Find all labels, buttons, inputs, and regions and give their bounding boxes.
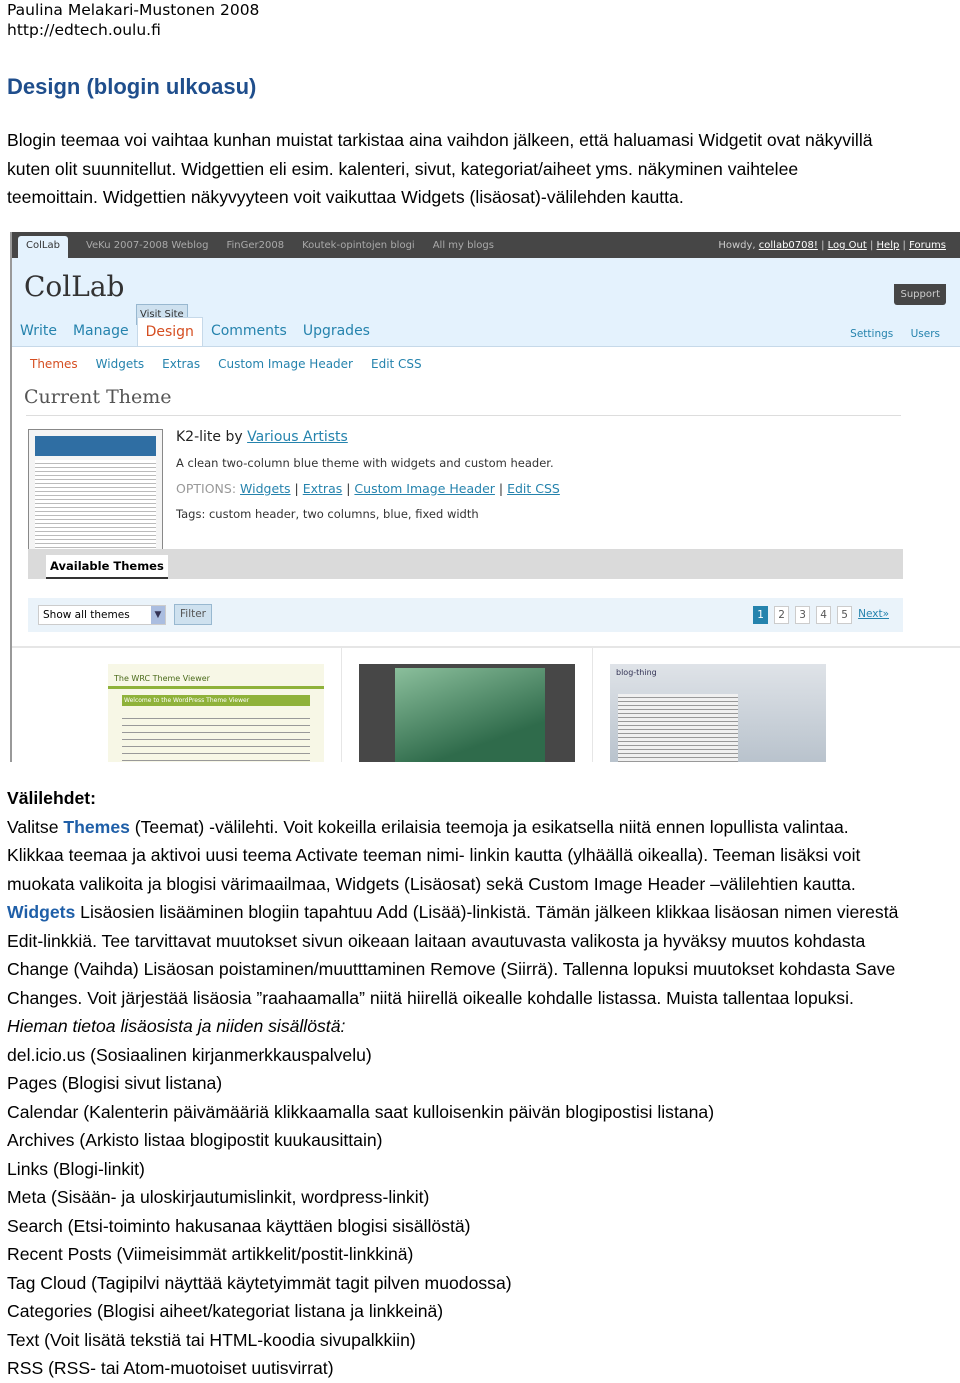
main-menu: Write Manage Design Comments Upgrades	[12, 317, 378, 346]
submenu-extras[interactable]: Extras	[162, 357, 200, 371]
widget-item: Archives (Arkisto listaa blogipostit kuu…	[7, 1130, 383, 1150]
widget-item: RSS (RSS- tai Atom-muotoiset uutisvirrat…	[7, 1358, 334, 1378]
body-line: Klikkaa teemaa ja aktivoi uusi teema Act…	[7, 845, 861, 865]
preview-title: blog-thing	[616, 668, 657, 677]
theme-preview[interactable]: blog-thing	[610, 664, 826, 762]
body-text: Välilehdet: Valitse Themes (Teemat) -väl…	[7, 784, 957, 1383]
divider	[592, 646, 593, 762]
theme-preview[interactable]	[359, 664, 575, 762]
blog-tab[interactable]: ColLab	[18, 236, 68, 258]
menu-design[interactable]: Design	[136, 317, 203, 346]
admin-header: Support ColLab Visit Site Write Manage D…	[12, 258, 960, 347]
submenu-edit-css[interactable]: Edit CSS	[371, 357, 422, 371]
widget-item: Tag Cloud (Tagipilvi näyttää käytetyimmä…	[7, 1272, 512, 1293]
menu-comments[interactable]: Comments	[203, 317, 295, 346]
body-line: Changes. Voit järjestää lisäosia ”raahaa…	[7, 987, 854, 1008]
theme-description: A clean two-column blue theme with widge…	[176, 456, 554, 470]
intro-line: kuten olit suunnitellut. Widgettien eli …	[7, 158, 799, 179]
themes-term: Themes	[63, 816, 130, 837]
theme-tags: Tags: custom header, two columns, blue, …	[176, 507, 479, 521]
menu-users[interactable]: Users	[911, 328, 940, 340]
body-line: Change (Vaihda) Lisäosan poistaminen/muu…	[7, 959, 896, 979]
widget-item: Meta (Sisään- ja uloskirjautumislinkit, …	[7, 1187, 430, 1207]
page-5[interactable]: 5	[837, 606, 853, 624]
user-link[interactable]: collab0708!	[759, 240, 818, 251]
option-extras[interactable]: Extras	[303, 481, 343, 496]
section-heading: Välilehdet:	[7, 788, 96, 808]
widget-item: Calendar (Kalenterin päivämääriä klikkaa…	[7, 1101, 715, 1122]
widget-item: Search (Etsi-toiminto hakusanaa käyttäen…	[7, 1215, 471, 1236]
widgets-term: Widgets	[7, 902, 76, 922]
chevron-down-icon: ▼	[151, 606, 165, 624]
next-page-link[interactable]: Next»	[858, 606, 889, 624]
widget-item: del.icio.us (Sosiaalinen kirjanmerkkausp…	[7, 1044, 372, 1065]
preview-title: The WRC Theme Viewer	[114, 674, 210, 683]
blog-tab[interactable]: Koutek-opintojen blogi	[302, 240, 415, 251]
menu-manage[interactable]: Manage	[65, 317, 137, 346]
widget-item: Links (Blogi-linkit)	[7, 1158, 145, 1179]
divider	[12, 646, 960, 648]
blog-tab[interactable]: VeKu 2007-2008 Weblog	[86, 240, 209, 251]
option-custom-image-header[interactable]: Custom Image Header	[354, 481, 495, 496]
available-themes-bar: Available Themes	[28, 549, 903, 579]
admin-topbar: ColLab VeKu 2007-2008 Weblog FinGer2008 …	[12, 232, 960, 258]
available-themes-tab[interactable]: Available Themes	[46, 555, 168, 579]
page-title: Design (blogin ulkoasu)	[7, 74, 257, 99]
menu-upgrades[interactable]: Upgrades	[295, 317, 378, 346]
submenu: Themes Widgets Extras Custom Image Heade…	[12, 347, 960, 380]
widget-item: Recent Posts (Viimeisimmät artikkelit/po…	[7, 1244, 414, 1264]
url: http://edtech.oulu.fi	[7, 21, 161, 39]
intro-line: Blogin teemaa voi vaihtaa kunhan muistat…	[7, 130, 873, 150]
page-header: Paulina Melakari-Mustonen 2008 http://ed…	[7, 0, 259, 40]
forums-link[interactable]: Forums	[909, 240, 946, 251]
submenu-widgets[interactable]: Widgets	[96, 357, 145, 371]
divider	[26, 415, 901, 416]
menu-settings[interactable]: Settings	[850, 328, 893, 340]
theme-info: K2-lite by Various Artists A clean two-c…	[176, 429, 560, 521]
body-line: Valitse Themes (Teemat) -välilehti. Voit…	[7, 816, 849, 837]
intro-line: teemoittain. Widgettien näkyvyyteen voit…	[7, 187, 684, 207]
body-line: muokata valikoita ja blogisi värimaailma…	[7, 873, 856, 894]
theme-author-link[interactable]: Various Artists	[247, 429, 348, 445]
options-label: OPTIONS:	[176, 481, 237, 496]
page-1[interactable]: 1	[753, 606, 769, 624]
theme-filter-select[interactable]: Show all themes ▼	[38, 605, 166, 625]
logout-link[interactable]: Log Out	[828, 240, 867, 251]
blog-tab[interactable]: All my blogs	[433, 240, 494, 251]
current-theme-heading: Current Theme	[24, 386, 172, 408]
widget-item: Categories (Blogisi aiheet/kategoriat li…	[7, 1301, 444, 1321]
page-3[interactable]: 3	[795, 606, 811, 624]
page-4[interactable]: 4	[816, 606, 832, 624]
option-widgets[interactable]: Widgets	[240, 481, 291, 496]
page-2[interactable]: 2	[774, 606, 790, 624]
submenu-custom-image-header[interactable]: Custom Image Header	[218, 357, 353, 371]
widgets-intro: Hieman tietoa lisäosista ja niiden sisäl…	[7, 1016, 346, 1036]
theme-name: K2-lite by	[176, 429, 243, 445]
author: Paulina Melakari-Mustonen 2008	[7, 1, 260, 19]
divider	[341, 646, 342, 762]
intro: Blogin teemaa voi vaihtaa kunhan muistat…	[7, 126, 957, 212]
help-link[interactable]: Help	[877, 240, 900, 251]
blog-tab[interactable]: FinGer2008	[226, 240, 284, 251]
body-line: Edit-linkkiä. Tee tarvittavat muutokset …	[7, 930, 866, 951]
secondary-menu: Settings Users	[836, 328, 940, 340]
pagination: 1 2 3 4 5 Next»	[747, 606, 889, 624]
body-line: Widgets Lisäosien lisääminen blogiin tap…	[7, 902, 899, 922]
support-link[interactable]: Support	[894, 284, 946, 305]
wordpress-screenshot: ColLab VeKu 2007-2008 Weblog FinGer2008 …	[10, 232, 960, 762]
select-value: Show all themes	[43, 609, 130, 621]
howdy: Howdy,	[718, 239, 756, 251]
user-links: Howdy, collab0708! | Log Out | Help | Fo…	[718, 239, 946, 251]
blog-logo: ColLab	[24, 270, 125, 303]
filter-button[interactable]: Filter	[174, 604, 213, 625]
submenu-themes[interactable]: Themes	[30, 357, 78, 371]
widget-item: Pages (Blogisi sivut listana)	[7, 1073, 223, 1093]
theme-preview[interactable]: The WRC Theme Viewer Welcome to the WordP…	[108, 664, 324, 762]
filter-bar: Show all themes ▼ Filter 1 2 3 4 5 Next»	[28, 598, 903, 632]
option-edit-css[interactable]: Edit CSS	[507, 481, 560, 496]
widget-item: Text (Voit lisätä tekstiä tai HTML-koodi…	[7, 1329, 416, 1350]
theme-thumbnail	[28, 429, 163, 559]
menu-write[interactable]: Write	[12, 317, 65, 346]
